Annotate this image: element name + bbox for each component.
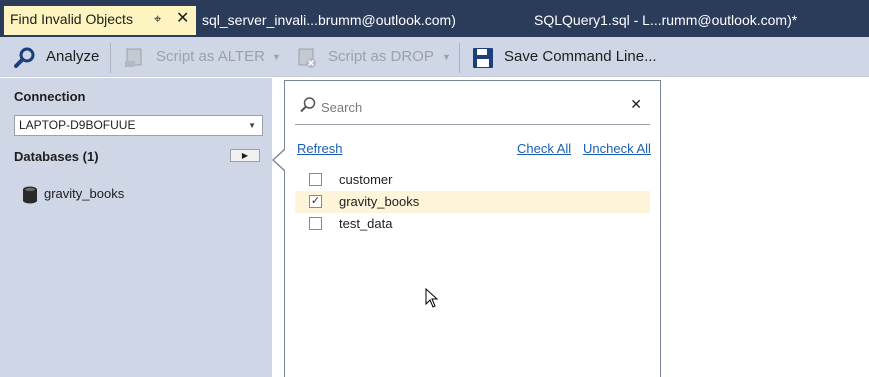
toolbar: Analyze Script as ALTER ▼ Script as DROP… bbox=[0, 37, 869, 77]
toolbar-separator bbox=[110, 43, 111, 73]
tab-label: sql_server_invali...brumm@outlook.com) bbox=[202, 12, 456, 28]
database-picker-popup: ✕ Refresh Check All Uncheck All customer… bbox=[284, 80, 661, 377]
play-arrow-icon: ▶ bbox=[241, 151, 249, 160]
checkbox[interactable] bbox=[309, 217, 322, 230]
database-checkbox-row[interactable]: ✓ gravity_books bbox=[295, 191, 650, 213]
chevron-down-icon: ▼ bbox=[248, 121, 256, 130]
uncheck-all-link[interactable]: Uncheck All bbox=[583, 141, 651, 156]
chevron-down-icon[interactable]: ▼ bbox=[442, 37, 451, 77]
close-icon[interactable]: ✕ bbox=[176, 6, 189, 32]
connection-value: LAPTOP-D9BOFUUE bbox=[19, 118, 136, 132]
tab-label: Find Invalid Objects bbox=[10, 11, 133, 27]
databases-label: Databases (1) bbox=[14, 149, 99, 164]
magnifier-icon bbox=[14, 47, 35, 68]
checkbox-checked[interactable]: ✓ bbox=[309, 195, 322, 208]
tab-sql-server-invalid[interactable]: sql_server_invali...brumm@outlook.com) bbox=[202, 7, 456, 34]
script-alter-label: Script as ALTER bbox=[156, 48, 265, 65]
database-item[interactable]: gravity_books bbox=[22, 184, 124, 204]
search-input[interactable] bbox=[321, 97, 601, 117]
connection-label: Connection bbox=[14, 89, 86, 104]
tab-find-invalid-objects[interactable]: Find Invalid Objects ⌖ ✕ bbox=[4, 6, 196, 35]
document-tab-strip: Find Invalid Objects ⌖ ✕ sql_server_inva… bbox=[0, 0, 869, 37]
checkbox[interactable] bbox=[309, 173, 322, 186]
refresh-link[interactable]: Refresh bbox=[297, 141, 343, 156]
clear-search-icon[interactable]: ✕ bbox=[630, 96, 642, 113]
save-command-line-button[interactable]: Save Command Line... bbox=[472, 37, 657, 77]
pin-icon[interactable]: ⌖ bbox=[154, 6, 161, 32]
save-icon bbox=[473, 48, 493, 68]
databases-expand-button[interactable]: ▶ bbox=[230, 149, 260, 162]
check-all-link[interactable]: Check All bbox=[517, 141, 571, 156]
analyze-button[interactable]: Analyze bbox=[12, 37, 102, 77]
tab-sqlquery1[interactable]: SQLQuery1.sql - L...rumm@outlook.com)* bbox=[534, 7, 797, 34]
script-as-drop-button[interactable]: Script as DROP ▼ bbox=[294, 37, 454, 77]
checkbox-label: customer bbox=[339, 172, 393, 187]
database-checkbox-row[interactable]: customer bbox=[295, 169, 650, 191]
connection-dropdown[interactable]: LAPTOP-D9BOFUUE ▼ bbox=[14, 115, 263, 136]
popup-pointer-fill bbox=[274, 149, 286, 171]
toolbar-separator bbox=[459, 43, 460, 73]
script-drop-label: Script as DROP bbox=[328, 48, 434, 65]
script-alter-icon bbox=[125, 48, 142, 67]
save-command-line-label: Save Command Line... bbox=[504, 48, 657, 65]
search-box: ✕ bbox=[295, 91, 650, 125]
checkbox-label: gravity_books bbox=[339, 194, 420, 209]
tab-label: SQLQuery1.sql - L...rumm@outlook.com)* bbox=[534, 12, 798, 28]
script-as-alter-button[interactable]: Script as ALTER ▼ bbox=[122, 37, 287, 77]
database-icon bbox=[23, 186, 37, 204]
script-drop-icon bbox=[298, 48, 316, 68]
analyze-label: Analyze bbox=[46, 48, 100, 65]
checkbox-label: test_data bbox=[339, 216, 393, 231]
chevron-down-icon[interactable]: ▼ bbox=[272, 37, 281, 77]
database-item-label: gravity_books bbox=[44, 186, 125, 201]
search-icon bbox=[300, 97, 316, 113]
database-checkbox-row[interactable]: test_data bbox=[295, 213, 650, 235]
mouse-pointer-icon bbox=[425, 288, 439, 308]
